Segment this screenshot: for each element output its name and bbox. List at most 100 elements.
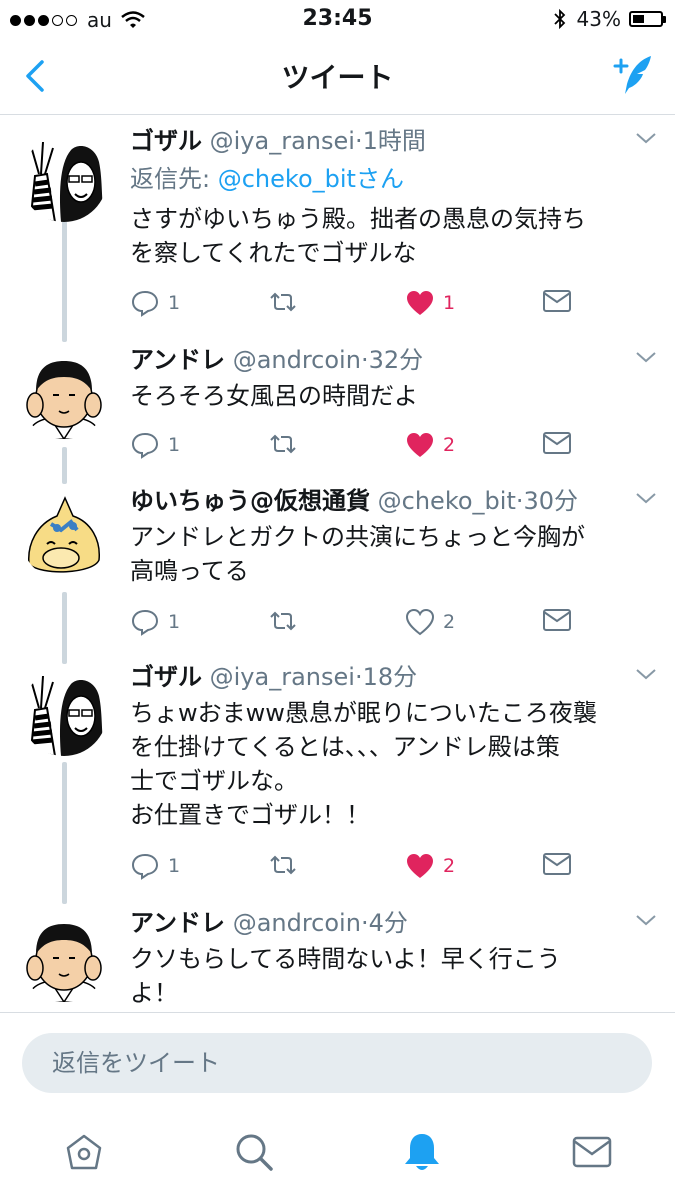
- tweet-text: ちょwおまww愚息が眠りについたころ夜襲 を仕掛けてくるとは、、、アンドレ殿は策…: [130, 699, 597, 829]
- reply-to: 返信先: @cheko_bitさん: [130, 164, 404, 194]
- retweet-button[interactable]: [267, 852, 299, 878]
- battery-percent: 43%: [576, 7, 621, 31]
- reply-icon: [131, 853, 159, 880]
- user-handle[interactable]: @iya_ransei: [210, 127, 355, 155]
- separator-dot: ·: [360, 909, 369, 937]
- tweet-text: クソもらしてる時間ないよ！早く行こう よ！: [130, 945, 561, 1007]
- like-button[interactable]: 1: [405, 289, 455, 317]
- like-button[interactable]: 2: [405, 431, 455, 459]
- chevron-down-icon[interactable]: [635, 130, 657, 146]
- chevron-down-icon[interactable]: [635, 912, 657, 928]
- tweet-time: 30分: [523, 487, 579, 515]
- tweet-header: アンドレ @andrcoin·4分: [130, 908, 408, 938]
- tweet-text: さすがゆいちゅう殿。拙者の愚息の気持ち を察してくれたでゴザルな: [130, 205, 586, 267]
- reply-button[interactable]: 1: [130, 608, 180, 636]
- user-name[interactable]: ゴザル: [130, 127, 202, 155]
- page-title: ツイート: [281, 61, 394, 94]
- like-button[interactable]: 2: [405, 852, 455, 880]
- tweet-header: ゴザル @iya_ransei·1時間: [130, 126, 426, 156]
- reply-count: 1: [168, 434, 181, 456]
- chevron-down-icon[interactable]: [635, 349, 657, 365]
- separator-dot: ·: [360, 346, 369, 374]
- envelope-icon: [543, 290, 571, 312]
- avatar[interactable]: [21, 136, 107, 222]
- tweet[interactable]: アンドレ @andrcoin·32分 そろそろ女風呂の時間だよ 1 2: [0, 345, 675, 475]
- tab-bar: [0, 1112, 675, 1200]
- tweet-text: アンドレとガクトの共演にちょっと今胸が 高鳴ってる: [130, 523, 586, 585]
- retweet-icon: [270, 611, 296, 631]
- battery-fill: [633, 15, 644, 23]
- chevron-down-icon[interactable]: [635, 490, 657, 506]
- reply-button[interactable]: 1: [130, 431, 180, 459]
- user-name[interactable]: アンドレ: [130, 909, 225, 937]
- reply-icon: [131, 290, 159, 317]
- status-right: 43%: [553, 7, 666, 31]
- avatar[interactable]: [21, 353, 107, 439]
- tweet-header: アンドレ @andrcoin·32分: [130, 345, 423, 375]
- tweet[interactable]: ゆいちゅう@仮想通貨 @cheko_bit·30分 アンドレとガクトの共演にちょ…: [0, 486, 675, 656]
- tweet-header: ゴザル @iya_ransei·18分: [130, 662, 417, 692]
- bluetooth-icon: [553, 8, 565, 30]
- like-count: 1: [443, 292, 456, 314]
- user-name[interactable]: ゆいちゅう@仮想通貨: [130, 487, 370, 515]
- compose-tweet-icon[interactable]: [611, 52, 657, 98]
- nav-bar: ツイート: [0, 38, 675, 115]
- reply-count: 1: [168, 292, 181, 314]
- dm-button[interactable]: [542, 852, 572, 876]
- user-handle[interactable]: @cheko_bit: [378, 487, 516, 515]
- reply-composer: 返信をツイート: [0, 1012, 675, 1113]
- heart-icon: [407, 854, 433, 878]
- tweet[interactable]: ゴザル @iya_ransei·18分 ちょwおまww愚息が眠りについたころ夜襲…: [0, 662, 675, 892]
- battery-icon: [629, 11, 666, 27]
- tweet-actions: 1 2: [130, 608, 640, 642]
- like-count: 2: [443, 855, 456, 877]
- reply-count: 1: [168, 611, 181, 633]
- avatar[interactable]: [21, 916, 107, 1002]
- retweet-icon: [270, 292, 296, 312]
- like-count: 2: [443, 611, 456, 633]
- separator-dot: ·: [515, 487, 524, 515]
- home-icon[interactable]: [62, 1130, 106, 1174]
- tweet-actions: 1 2: [130, 852, 640, 886]
- heart-icon: [407, 291, 433, 315]
- retweet-icon: [270, 434, 296, 454]
- tweet-time: 32分: [368, 346, 424, 374]
- user-handle[interactable]: @andrcoin: [233, 909, 361, 937]
- dm-button[interactable]: [542, 608, 572, 632]
- heart-icon: [407, 433, 433, 457]
- envelope-icon: [543, 853, 571, 875]
- like-count: 2: [443, 434, 456, 456]
- tweet-time: 1時間: [362, 127, 426, 155]
- chevron-down-icon[interactable]: [635, 666, 657, 682]
- tweet-header: ゆいちゅう@仮想通貨 @cheko_bit·30分: [130, 486, 578, 516]
- tweet-actions: 1 1: [130, 289, 640, 323]
- avatar[interactable]: [21, 494, 107, 580]
- retweet-button[interactable]: [267, 289, 299, 315]
- user-handle[interactable]: @andrcoin: [233, 346, 361, 374]
- dm-button[interactable]: [542, 289, 572, 313]
- user-handle[interactable]: @iya_ransei: [210, 663, 355, 691]
- messages-icon[interactable]: [570, 1130, 614, 1174]
- tweet[interactable]: アンドレ @andrcoin·4分 クソもらしてる時間ないよ！早く行こう よ！: [0, 908, 675, 1012]
- like-button[interactable]: 2: [405, 608, 455, 636]
- separator-dot: ·: [354, 127, 363, 155]
- heart-icon: [405, 608, 435, 636]
- reply-button[interactable]: 1: [130, 289, 180, 317]
- reply-to-user-link[interactable]: @cheko_bitさん: [218, 165, 404, 193]
- retweet-button[interactable]: [267, 431, 299, 457]
- reply-to-label: 返信先:: [130, 165, 211, 193]
- user-name[interactable]: アンドレ: [130, 346, 225, 374]
- retweet-button[interactable]: [267, 608, 299, 634]
- tweet[interactable]: ゴザル @iya_ransei·1時間 返信先: @cheko_bitさん さす…: [0, 126, 675, 336]
- search-icon[interactable]: [232, 1130, 276, 1174]
- avatar[interactable]: [21, 670, 107, 756]
- reply-input[interactable]: 返信をツイート: [22, 1033, 652, 1093]
- reply-button[interactable]: 1: [130, 852, 180, 880]
- reply-icon: [131, 609, 159, 636]
- tweet-text: そろそろ女風呂の時間だよ: [130, 382, 418, 410]
- tweet-actions: 1 2: [130, 431, 640, 465]
- notifications-icon[interactable]: [400, 1130, 444, 1174]
- dm-button[interactable]: [542, 431, 572, 455]
- user-name[interactable]: ゴザル: [130, 663, 202, 691]
- tweet-time: 18分: [362, 663, 418, 691]
